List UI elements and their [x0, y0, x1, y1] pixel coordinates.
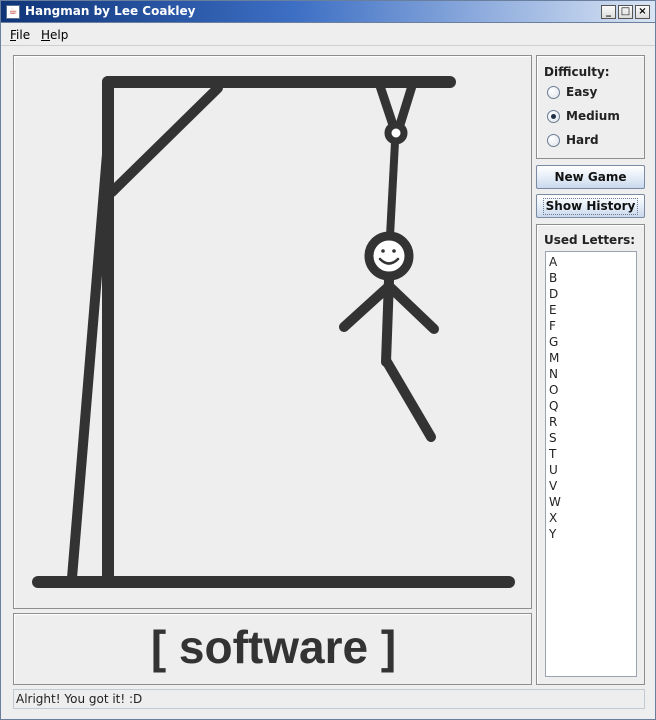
easy-radio[interactable]	[547, 86, 560, 99]
hard-label: Hard	[566, 133, 599, 147]
used-letters-items: ABDEFGMNOQRSTUVWXY	[546, 252, 636, 542]
hangman-leg-right	[382, 357, 436, 442]
used-letter-item[interactable]: X	[546, 510, 636, 526]
used-letter-item[interactable]: W	[546, 494, 636, 510]
menu-file[interactable]: File	[10, 28, 30, 42]
used-letter-item[interactable]: Y	[546, 526, 636, 542]
word-display-panel: [ software ]	[13, 613, 532, 685]
hangman-eye-left	[381, 249, 385, 253]
hard-radio[interactable]	[547, 134, 560, 147]
hangman-eye-right	[392, 249, 396, 253]
maximize-button[interactable]: □	[618, 5, 633, 19]
used-letter-item[interactable]: D	[546, 286, 636, 302]
used-letter-item[interactable]: E	[546, 302, 636, 318]
used-letter-item[interactable]: B	[546, 270, 636, 286]
hangman-arm-left	[339, 283, 392, 332]
used-letters-panel: Used Letters: ABDEFGMNOQRSTUVWXY	[536, 224, 645, 685]
new-game-button[interactable]: New Game	[536, 165, 645, 189]
window-title: Hangman by Lee Coakley	[25, 4, 196, 18]
used-letter-item[interactable]: T	[546, 446, 636, 462]
used-letter-item[interactable]: V	[546, 478, 636, 494]
used-letter-item[interactable]: A	[546, 254, 636, 270]
menu-help-label-rest: elp	[50, 28, 69, 42]
gallows-brace	[107, 83, 223, 197]
used-letters-label: Used Letters:	[544, 233, 636, 247]
used-letter-item[interactable]: R	[546, 414, 636, 430]
hangman-head	[364, 231, 414, 281]
gallows-drawing	[32, 76, 515, 588]
menu-file-label-rest: ile	[16, 28, 31, 42]
menu-help-mnemonic: H	[41, 28, 51, 42]
show-history-label: Show History	[542, 198, 639, 215]
show-history-button[interactable]: Show History	[536, 194, 645, 218]
medium-radio[interactable]	[547, 110, 560, 123]
status-bar: Alright! You got it! :D	[13, 689, 645, 709]
used-letter-item[interactable]: U	[546, 462, 636, 478]
title-bar[interactable]: ☕ Hangman by Lee Coakley _ □ ×	[1, 1, 655, 23]
word-display: [ software ]	[150, 621, 397, 673]
gallows-canvas	[13, 55, 532, 609]
status-message: Alright! You got it! :D	[16, 692, 143, 706]
rope-tie-left	[375, 81, 399, 133]
used-letter-item[interactable]: G	[546, 334, 636, 350]
used-letter-item[interactable]: N	[546, 366, 636, 382]
used-letters-list[interactable]: ABDEFGMNOQRSTUVWXY	[545, 251, 637, 677]
medium-label: Medium	[566, 109, 620, 123]
java-coffee-icon: ☕	[6, 5, 20, 19]
app-window: ☕ Hangman by Lee Coakley _ □ × File Help	[0, 0, 656, 720]
difficulty-label: Difficulty:	[544, 65, 610, 79]
menu-help[interactable]: Help	[41, 28, 68, 42]
close-button[interactable]: ×	[635, 5, 650, 19]
used-letter-item[interactable]: O	[546, 382, 636, 398]
used-letter-item[interactable]: M	[546, 350, 636, 366]
menu-bar: File Help	[1, 24, 655, 46]
rope-tie-right	[394, 81, 417, 133]
used-letter-item[interactable]: S	[546, 430, 636, 446]
easy-label: Easy	[566, 85, 598, 99]
rope	[386, 138, 399, 240]
used-letter-item[interactable]: F	[546, 318, 636, 334]
minimize-button[interactable]: _	[601, 5, 616, 19]
difficulty-panel: Difficulty: Easy Medium Hard	[536, 55, 645, 159]
hangman-arm-right	[386, 283, 439, 334]
used-letter-item[interactable]: Q	[546, 398, 636, 414]
